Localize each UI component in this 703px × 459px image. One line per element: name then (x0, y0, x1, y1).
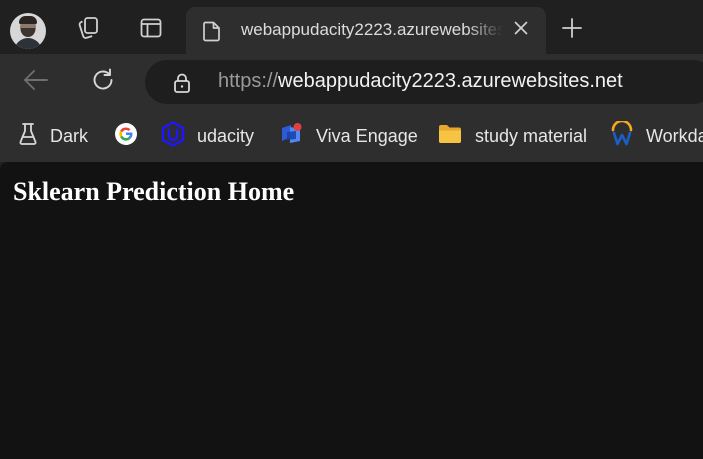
flask-icon (18, 122, 38, 151)
favorite-label: Workday (646, 125, 703, 146)
favorite-label: Viva Engage (316, 125, 418, 146)
address-bar[interactable]: https://webappudacity2223.azurewebsites.… (145, 60, 703, 104)
page-heading: Sklearn Prediction Home (13, 177, 295, 206)
refresh-icon (90, 67, 116, 98)
folder-icon (437, 123, 463, 150)
close-icon (514, 21, 528, 40)
url-scheme: https:// (218, 70, 279, 92)
favorite-udacity[interactable]: udacity (161, 120, 255, 152)
favorites-bar: Dark udacity Viva Engage study material … (0, 110, 703, 162)
page-viewport: Sklearn Prediction Home (0, 162, 703, 459)
tab-actions-icon (139, 16, 163, 45)
workday-icon (610, 119, 634, 152)
workspaces-button[interactable] (75, 15, 103, 45)
page-icon (202, 20, 222, 47)
lock-icon[interactable] (173, 72, 191, 99)
tab-strip: webappudacity2223.azurewebsites.net (0, 0, 703, 60)
favorite-dark[interactable]: Dark (18, 122, 89, 151)
plus-icon (561, 17, 583, 44)
favorite-label: udacity (197, 125, 255, 146)
google-icon (114, 122, 138, 151)
udacity-icon (161, 120, 185, 152)
vertical-tabs-button[interactable] (137, 15, 165, 45)
favorite-viva-engage[interactable]: Viva Engage (280, 122, 418, 151)
viva-engage-icon (280, 122, 304, 151)
active-tab[interactable]: webappudacity2223.azurewebsites.net (186, 7, 546, 54)
refresh-button[interactable] (87, 66, 119, 98)
back-button[interactable] (20, 66, 52, 98)
favorite-workday[interactable]: Workday (610, 119, 703, 152)
favorite-label: study material (475, 125, 588, 146)
tab-close-button[interactable] (511, 20, 531, 40)
tab-title: webappudacity2223.azurewebsites.net (241, 20, 503, 39)
new-tab-button[interactable] (559, 17, 585, 43)
url-text: https://webappudacity2223.azurewebsites.… (218, 70, 623, 93)
favorite-label: Dark (50, 125, 89, 146)
workspaces-icon (76, 15, 102, 46)
favorite-study-material[interactable]: study material (437, 123, 587, 149)
favorite-google[interactable] (114, 122, 150, 151)
url-host: webappudacity2223.azurewebsites.net (278, 70, 623, 92)
back-arrow-icon (22, 68, 50, 97)
navigation-toolbar: https://webappudacity2223.azurewebsites.… (0, 54, 703, 110)
profile-avatar[interactable] (10, 13, 46, 49)
